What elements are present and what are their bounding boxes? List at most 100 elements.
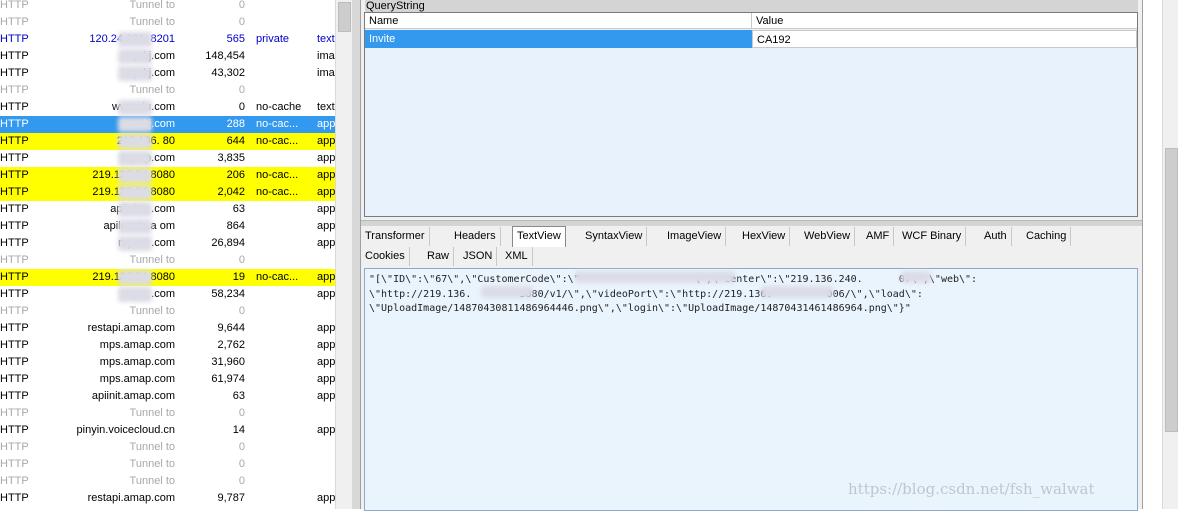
session-row[interactable]: HTTP restapi.amap.com 9,644 app	[0, 320, 335, 337]
session-caching: no-cache	[256, 101, 302, 113]
session-host: mps.a .com	[118, 237, 175, 249]
session-row[interactable]: HTTP219.136.24 8080206no-cac...app	[0, 167, 335, 184]
session-host: apilocate.a om	[103, 220, 175, 232]
session-size: 148,454	[205, 50, 245, 62]
tab-textview[interactable]: TextView	[512, 226, 566, 247]
session-row[interactable]: HTTP Tunnel to 0	[0, 82, 335, 99]
session-row[interactable]: HTTP restapi.amap.com 9,787 app	[0, 490, 335, 507]
session-content-type: app	[317, 237, 335, 249]
session-row[interactable]: HTTPmps.a .com26,894app	[0, 235, 335, 252]
session-size: 0	[238, 407, 245, 419]
session-host: Tunnel to	[129, 0, 175, 11]
session-content-type: app	[317, 118, 335, 130]
inspector-scroll-thumb[interactable]	[1165, 148, 1178, 432]
session-size: 565	[226, 33, 245, 45]
session-row[interactable]: HTTP219.136.24 80802,042no-cac...app	[0, 184, 335, 201]
tab-webview[interactable]: WebView	[800, 227, 856, 246]
session-content-type: imag	[317, 67, 335, 79]
session-host: restapi.amap.com	[87, 322, 175, 334]
session-row[interactable]: HTTP219.136. 80644no-cac...app	[0, 133, 335, 150]
session-size: 206	[226, 169, 245, 181]
session-row[interactable]: HTTPmps p.com3,835app	[0, 150, 335, 167]
session-content-type: app	[317, 152, 335, 164]
session-list[interactable]: HTTPTunnel to0HTTPTunnel to0HTTP120.24.2…	[0, 0, 335, 509]
tab-wcf-binary[interactable]: WCF Binary	[898, 227, 967, 246]
session-row[interactable]: HTTPmps. .com58,234app	[0, 286, 335, 303]
tab-cookies[interactable]: Cookies	[361, 247, 410, 266]
session-row[interactable]: HTTP219.136.24 808019no-cac...app	[0, 269, 335, 286]
session-host: ap kj.com	[128, 50, 175, 62]
session-row[interactable]: HTTPwww du.com0no-cachetext	[0, 99, 335, 116]
session-host: apiinit.amap.com	[91, 390, 175, 402]
inspector-scrollbar[interactable]	[1162, 0, 1178, 509]
session-size: 19	[232, 271, 245, 283]
grid-header-value[interactable]: Value	[752, 13, 1137, 29]
tab-transformer[interactable]: Transformer	[361, 227, 430, 246]
tab-syntaxview[interactable]: SyntaxView	[581, 227, 648, 246]
session-row[interactable]: HTTP Tunnel to 0	[0, 14, 335, 31]
session-host: 120.24.221. 8201	[89, 33, 175, 45]
textview-line: \"UploadImage/14870430811486964446.png\"…	[369, 303, 911, 314]
session-caching: no-cac...	[256, 169, 299, 181]
tab-xml[interactable]: XML	[501, 247, 533, 266]
session-row[interactable]: HTTP Tunnel to 0	[0, 405, 335, 422]
session-row[interactable]: HTTP mps.amap.com 61,974 app	[0, 371, 335, 388]
session-content-type: app	[317, 288, 335, 300]
session-content-type: app	[317, 339, 335, 351]
panel-splitter[interactable]	[352, 0, 360, 509]
session-row[interactable]: HTTP mps.amap.com 2,762 app	[0, 337, 335, 354]
session-row[interactable]: HTTP Tunnel to 0	[0, 252, 335, 269]
session-row[interactable]: HTTP Tunnel to 0	[0, 439, 335, 456]
tab-auth[interactable]: Auth	[980, 227, 1012, 246]
querystring-grid: Name Value Invite CA192	[364, 12, 1138, 217]
grid-cell-value[interactable]: CA192	[752, 30, 1137, 48]
session-host: pinyin.voicecloud.cn	[76, 424, 175, 436]
session-list-scroll-thumb[interactable]	[338, 2, 351, 32]
tab-raw[interactable]: Raw	[423, 247, 455, 266]
horizontal-splitter[interactable]	[361, 220, 1142, 226]
grid-cell-name[interactable]: Invite	[365, 30, 752, 48]
session-host: Tunnel to	[129, 475, 175, 487]
session-caching: private	[256, 33, 290, 45]
textview-body[interactable]: "[\"ID\":\"67\",\"CustomerCode\":\" \",\…	[364, 268, 1138, 511]
tab-amf[interactable]: AMF	[862, 227, 895, 246]
session-row[interactable]: HTTP Tunnel to 0	[0, 456, 335, 473]
session-host: mps.amap.com	[99, 373, 175, 385]
session-content-type: app	[317, 220, 335, 232]
session-content-type: app	[317, 186, 335, 198]
session-row[interactable]: HTTP Tunnel to 0	[0, 0, 335, 14]
tab-hexview[interactable]: HexView	[738, 227, 791, 246]
inspector-panel: QueryString Name Value Invite CA192 Tran…	[360, 0, 1143, 511]
session-host: apiinit.a .com	[110, 203, 175, 215]
session-host: Tunnel to	[129, 254, 175, 266]
session-row[interactable]: HTTPap kj.com43,302imag	[0, 65, 335, 82]
session-row[interactable]: HTTP Tunnel to 0	[0, 303, 335, 320]
session-size: 0	[238, 458, 245, 470]
session-host: restapi.amap.com	[87, 492, 175, 504]
session-row[interactable]: HTTPapiinit.a .com63app	[0, 201, 335, 218]
session-row[interactable]: HTTP Tunnel to 0	[0, 473, 335, 490]
grid-header-name[interactable]: Name	[365, 13, 752, 29]
session-row[interactable]: HTTPap kj.com288no-cac...app	[0, 116, 335, 133]
session-size: 288	[226, 118, 245, 130]
session-row[interactable]: HTTP120.24.221. 8201565privatetext	[0, 31, 335, 48]
session-host: Tunnel to	[129, 84, 175, 96]
session-row[interactable]: HTTP pinyin.voicecloud.cn 14 app	[0, 422, 335, 439]
session-host: mps p.com	[121, 152, 175, 164]
session-content-type: text	[317, 101, 335, 113]
response-tabs-row-2: Cookies Raw JSON XML	[361, 247, 1142, 267]
tab-json[interactable]: JSON	[459, 247, 498, 266]
session-row[interactable]: HTTP mps.amap.com 31,960 app	[0, 354, 335, 371]
session-row[interactable]: HTTPapilocate.a om864app	[0, 218, 335, 235]
session-size: 3,835	[217, 152, 245, 164]
session-row[interactable]: HTTP apiinit.amap.com 63 app	[0, 388, 335, 405]
session-content-type: app	[317, 271, 335, 283]
session-row[interactable]: HTTPap kj.com148,454imag	[0, 48, 335, 65]
tab-headers[interactable]: Headers	[450, 227, 501, 246]
tab-imageview[interactable]: ImageView	[663, 227, 727, 246]
tab-caching[interactable]: Caching	[1022, 227, 1072, 246]
session-list-scrollbar[interactable]	[335, 0, 352, 509]
session-content-type: app	[317, 390, 335, 402]
session-size: 2,762	[217, 339, 245, 351]
session-size: 61,974	[211, 373, 245, 385]
